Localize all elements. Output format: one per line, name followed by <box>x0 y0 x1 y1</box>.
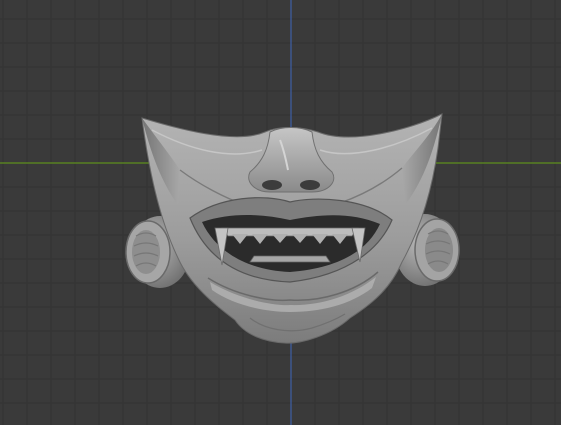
oni-mask-icon[interactable] <box>125 113 460 344</box>
viewport-canvas[interactable] <box>0 0 561 425</box>
3d-viewport[interactable] <box>0 0 561 425</box>
